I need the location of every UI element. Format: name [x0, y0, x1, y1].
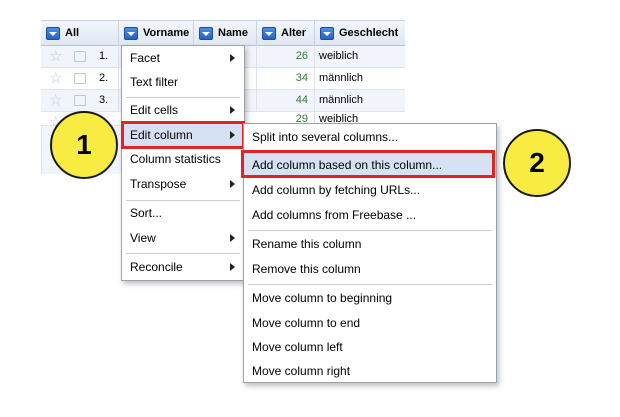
chevron-down-icon[interactable]	[124, 27, 138, 40]
column-header-vorname[interactable]: Vorname	[119, 21, 194, 46]
table-header: All Vorname Name Alter Geschlecht	[41, 20, 405, 46]
menu-divider	[248, 284, 492, 285]
menu-item-label: Add column by fetching URLs...	[252, 183, 421, 197]
menu-item-split-columns[interactable]: Split into several columns...	[244, 125, 496, 149]
alter-cell: 26	[257, 46, 315, 67]
menu-divider	[126, 253, 240, 254]
menu-item-move-to-beginning[interactable]: Move column to beginning	[244, 286, 496, 310]
menu-item-view[interactable]: View	[122, 226, 244, 250]
chevron-right-icon	[230, 263, 235, 271]
menu-item-label: Transpose	[130, 177, 187, 191]
chevron-right-icon	[230, 54, 235, 62]
menu-item-text-filter[interactable]: Text filter	[122, 70, 244, 94]
menu-item-label: Split into several columns...	[252, 130, 399, 144]
menu-item-label: View	[130, 231, 156, 245]
menu-item-reconcile[interactable]: Reconcile	[122, 255, 244, 279]
menu-item-rename-column[interactable]: Rename this column	[244, 232, 496, 256]
column-header-geschlecht[interactable]: Geschlecht	[315, 21, 405, 46]
menu-item-label: Edit cells	[130, 103, 179, 117]
column-header-label: Geschlecht	[339, 27, 399, 39]
menu-item-move-to-end[interactable]: Move column to end	[244, 311, 496, 335]
menu-item-add-column-fetch-urls[interactable]: Add column by fetching URLs...	[244, 178, 496, 202]
chevron-right-icon	[230, 234, 235, 242]
column-header-label: Name	[218, 27, 248, 39]
menu-item-label: Facet	[130, 51, 161, 65]
flag-icon[interactable]	[74, 95, 86, 106]
column-menu: Facet Text filter Edit cells Edit column…	[121, 45, 245, 281]
menu-item-label: Move column to beginning	[252, 291, 393, 305]
menu-item-label: Rename this column	[252, 237, 362, 251]
alter-cell: 44	[257, 90, 315, 111]
chevron-down-icon[interactable]	[262, 27, 276, 40]
menu-item-label: Reconcile	[130, 260, 183, 274]
menu-item-remove-column[interactable]: Remove this column	[244, 257, 496, 281]
flag-icon[interactable]	[74, 73, 86, 84]
menu-item-label: Sort...	[130, 206, 163, 220]
menu-item-move-right[interactable]: Move column right	[244, 359, 496, 383]
menu-item-edit-column[interactable]: Edit column	[122, 123, 244, 147]
step-2-badge: 2	[503, 129, 571, 197]
star-icon[interactable]: ☆	[49, 71, 62, 86]
geschlecht-cell: männlich	[319, 94, 364, 106]
flag-icon[interactable]	[74, 51, 86, 62]
menu-divider	[248, 151, 492, 152]
column-header-alter[interactable]: Alter	[257, 21, 315, 46]
menu-divider	[248, 230, 492, 231]
menu-item-label: Text filter	[130, 75, 179, 89]
chevron-right-icon	[230, 180, 235, 188]
geschlecht-cell: weiblich	[319, 50, 359, 62]
menu-item-edit-cells[interactable]: Edit cells	[122, 98, 244, 122]
chevron-right-icon	[230, 131, 235, 139]
column-header-label: Vorname	[143, 27, 190, 39]
menu-item-label: Column statistics	[130, 152, 221, 166]
menu-item-label: Remove this column	[252, 262, 361, 276]
menu-item-label: Move column right	[252, 364, 351, 378]
menu-item-move-left[interactable]: Move column left	[244, 335, 496, 359]
menu-item-label: Edit column	[130, 128, 193, 142]
column-header-name[interactable]: Name	[194, 21, 257, 46]
star-icon[interactable]: ☆	[49, 93, 62, 108]
menu-item-label: Move column left	[252, 340, 343, 354]
menu-item-add-columns-freebase[interactable]: Add columns from Freebase ...	[244, 203, 496, 227]
row-index: 3.	[99, 90, 119, 111]
menu-item-transpose[interactable]: Transpose	[122, 172, 244, 196]
row-index: 2.	[99, 68, 119, 89]
step-1-badge: 1	[50, 111, 118, 179]
edit-column-submenu: Split into several columns... Add column…	[243, 123, 497, 383]
column-header-label: All	[65, 27, 80, 39]
menu-item-column-statistics[interactable]: Column statistics	[122, 147, 244, 171]
chevron-down-icon[interactable]	[320, 27, 334, 40]
chevron-down-icon[interactable]	[199, 27, 213, 40]
column-header-label: Alter	[281, 27, 307, 39]
column-header-all[interactable]: All	[41, 21, 119, 46]
menu-item-add-column-based[interactable]: Add column based on this column...	[244, 153, 496, 177]
menu-item-label: Add columns from Freebase ...	[252, 208, 417, 222]
menu-item-sort[interactable]: Sort...	[122, 201, 244, 225]
row-index: 1.	[99, 46, 119, 67]
menu-item-label: Add column based on this column...	[252, 158, 443, 172]
geschlecht-cell: männlich	[319, 72, 364, 84]
chevron-down-icon[interactable]	[46, 27, 60, 40]
menu-item-facet[interactable]: Facet	[122, 46, 244, 70]
menu-item-label: Move column to end	[252, 316, 361, 330]
alter-cell: 34	[257, 68, 315, 89]
chevron-right-icon	[230, 106, 235, 114]
star-icon[interactable]: ☆	[49, 49, 62, 64]
